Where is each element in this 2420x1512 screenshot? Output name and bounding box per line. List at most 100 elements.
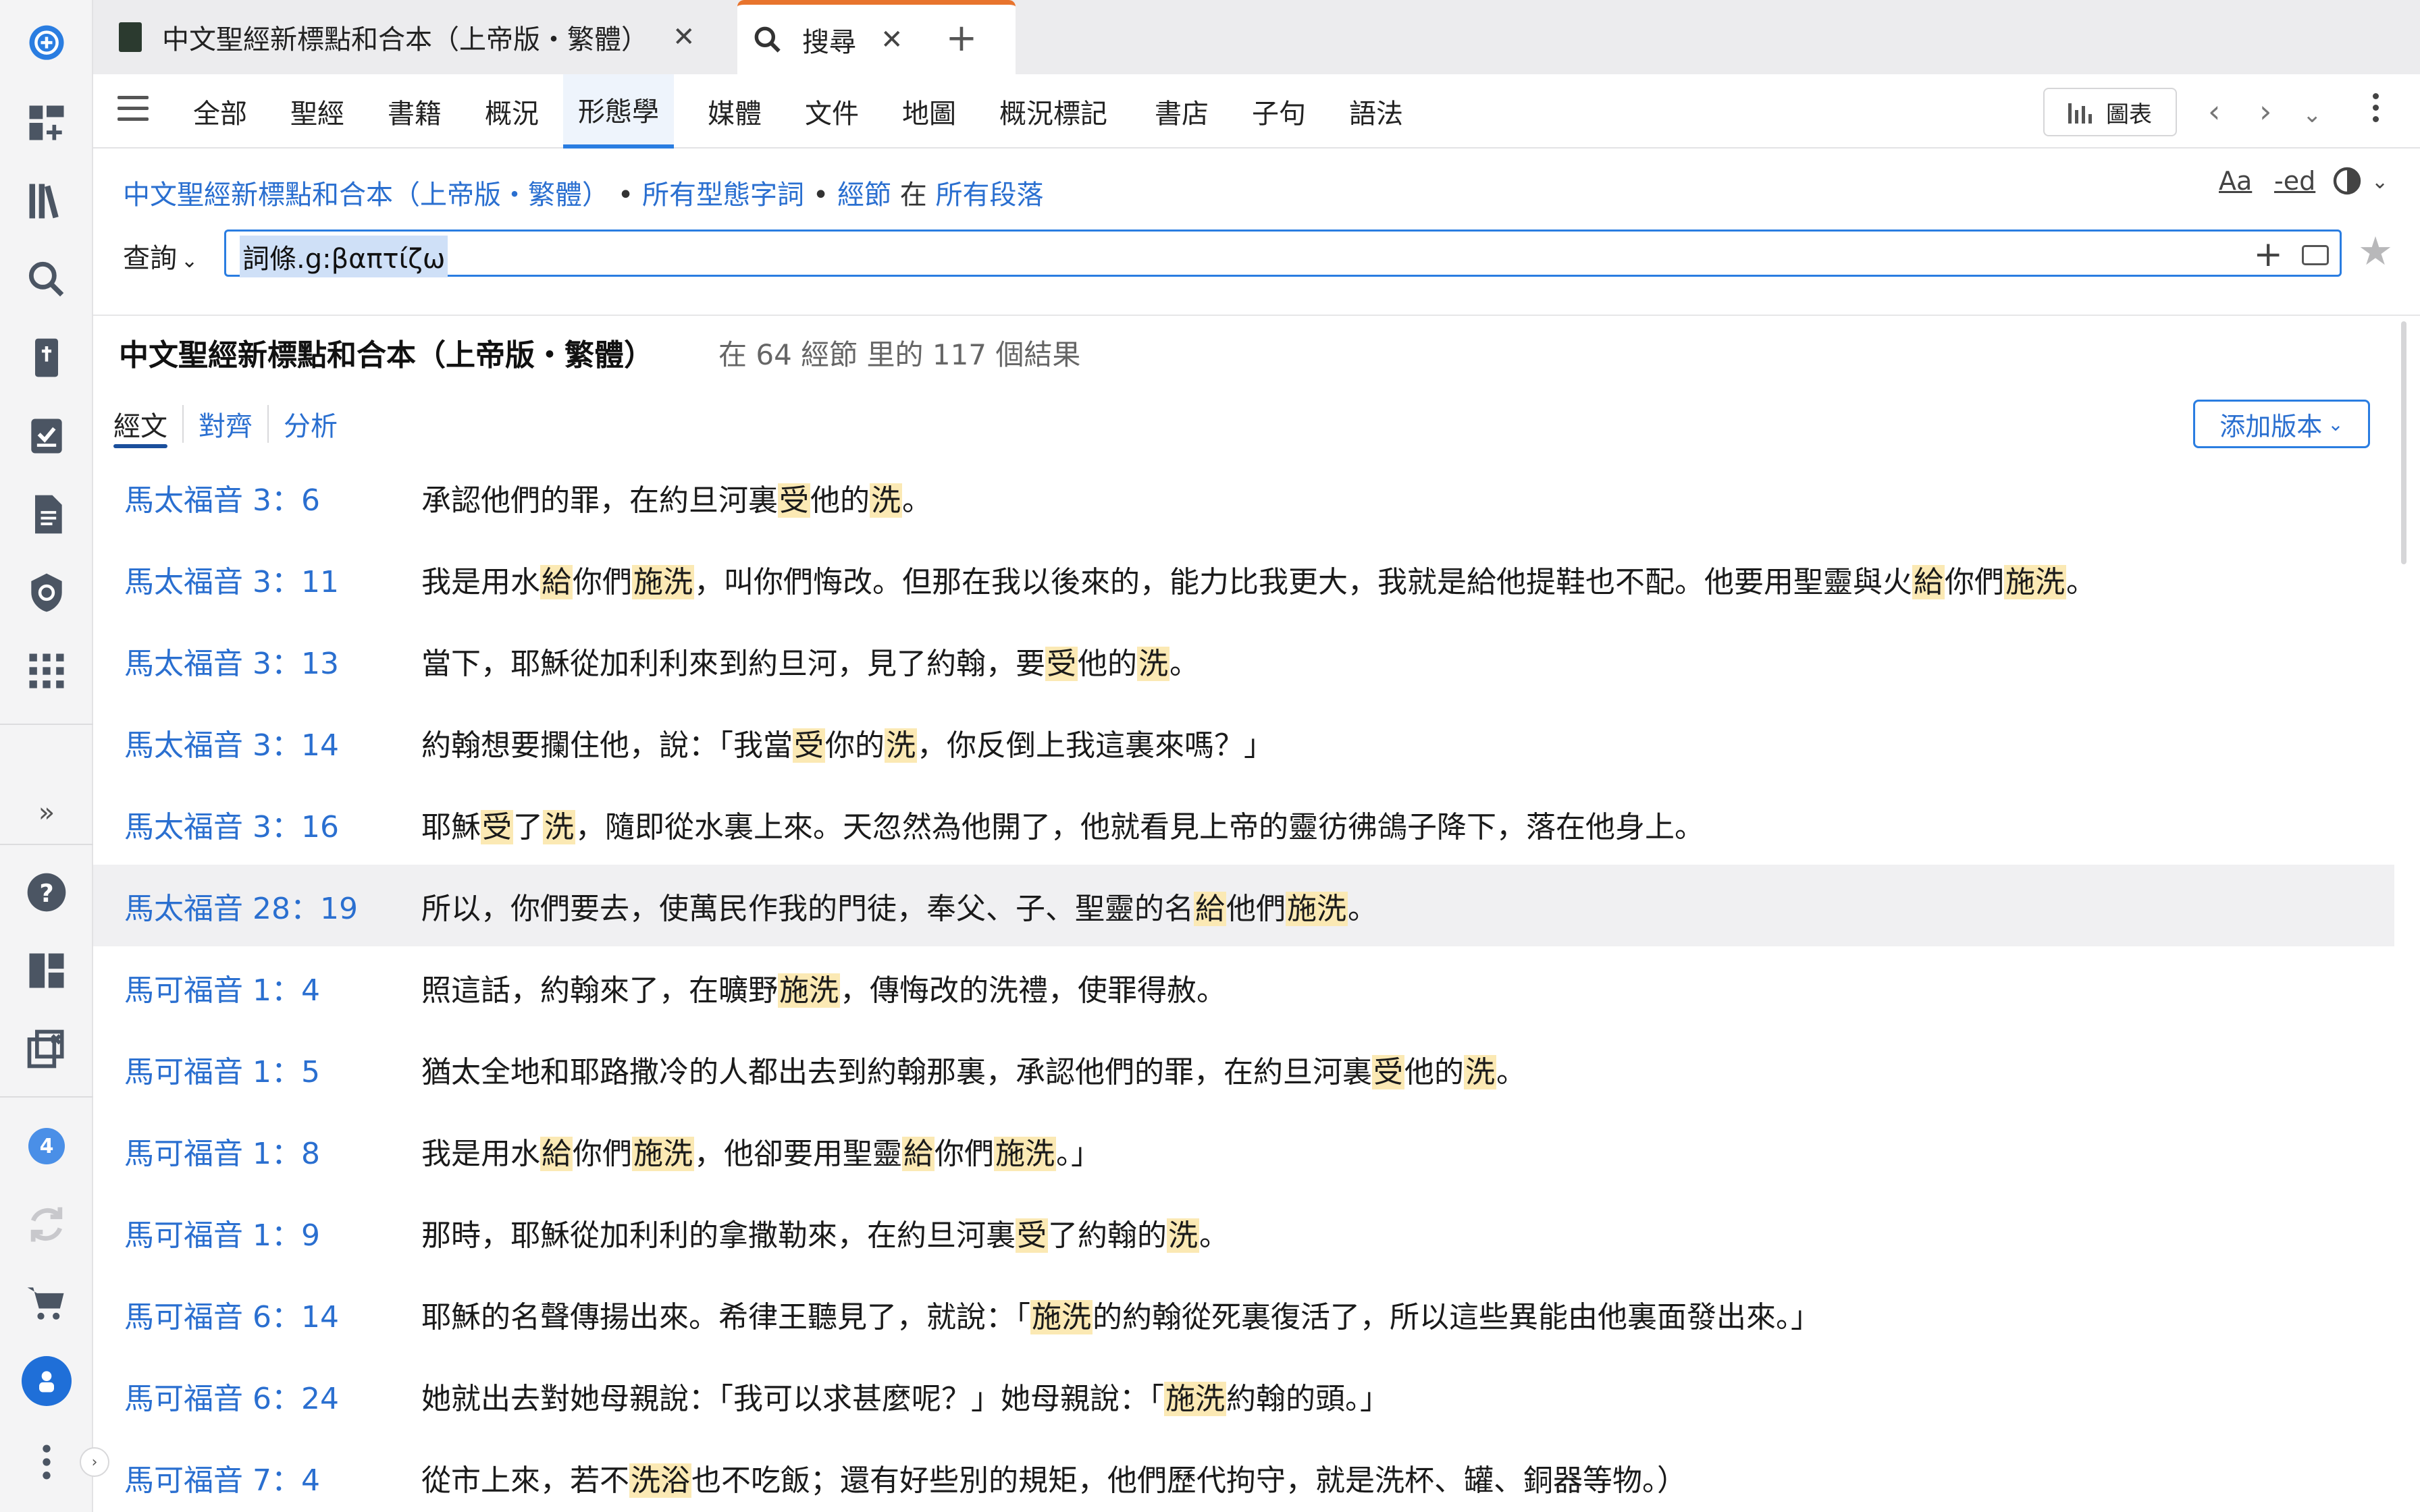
search-hit[interactable]: 給	[1912, 564, 1945, 599]
add-version-button[interactable]: 添加版本 ⌄	[2193, 400, 2370, 448]
visual-filter-icon[interactable]	[2331, 165, 2363, 203]
verse-reference-link[interactable]: 馬可福音 1：8	[124, 1129, 320, 1172]
search-hit[interactable]: 施洗	[778, 973, 840, 1008]
search-hit[interactable]: 洗浴	[629, 1463, 691, 1498]
result-row[interactable]: 馬太福音 3：14 約翰想要攔住他，說：「我當受你的洗，你反倒上我這裏來嗎？」	[93, 701, 2394, 783]
tab-media[interactable]: 媒體	[693, 74, 777, 148]
expand-rail-icon[interactable]: »	[0, 782, 93, 844]
tab-all[interactable]: 全部	[178, 74, 262, 148]
resource-link[interactable]: 中文聖經新標點和合本（上帝版・繁體）	[123, 180, 609, 211]
menu-icon[interactable]	[117, 96, 149, 127]
result-row[interactable]: 馬太福音 3：11 我是用水給你們施洗，叫你們悔改。但那在我以後來的，能力比我更大…	[93, 538, 2394, 620]
document-icon[interactable]	[16, 483, 78, 545]
verse-reference-link[interactable]: 馬可福音 1：4	[124, 966, 320, 1009]
search-hit[interactable]: 受	[1045, 646, 1078, 681]
bible-icon[interactable]	[16, 327, 78, 389]
guide-shield-icon[interactable]	[16, 562, 78, 624]
history-dropdown-icon[interactable]: ⌄	[2303, 101, 2322, 128]
verse-reference-link[interactable]: 馬太福音 28：19	[124, 884, 358, 927]
dashboard-add-icon[interactable]	[16, 92, 78, 154]
forward-arrow-icon[interactable]: ›	[2259, 93, 2271, 130]
search-hit[interactable]: 受	[481, 809, 513, 844]
tab-overview[interactable]: 概況	[470, 74, 554, 148]
favorite-star-icon[interactable]: ★	[2358, 228, 2393, 274]
search-hit[interactable]: 給	[1194, 891, 1226, 926]
result-row[interactable]: 馬可福音 1：5 猶太全地和耶路撒冷的人都出去到約翰那裏，承認他們的罪，在約旦河裏…	[93, 1028, 2394, 1110]
unit-link[interactable]: 經節	[837, 180, 891, 211]
tab-analysis[interactable]: 分析	[269, 405, 352, 443]
verse-reference-link[interactable]: 馬可福音 6：24	[124, 1374, 339, 1418]
search-input[interactable]: 詞條.g:βαπτίζω +	[224, 230, 2342, 277]
results-scrollbar[interactable]	[2401, 321, 2406, 564]
keyboard-icon[interactable]	[2302, 245, 2329, 265]
verse-reference-link[interactable]: 馬太福音 3：11	[124, 558, 339, 601]
account-avatar[interactable]	[16, 1350, 78, 1412]
query-type-dropdown[interactable]: 查詢 ⌄	[123, 236, 198, 275]
search-hit[interactable]: 洗	[1464, 1054, 1496, 1089]
notifications-badge[interactable]: 4	[16, 1115, 78, 1177]
search-hit[interactable]: 施洗	[1164, 1381, 1226, 1416]
close-icon[interactable]: ✕	[880, 24, 903, 55]
search-hit[interactable]: 受	[778, 483, 810, 518]
result-row[interactable]: 馬可福音 1：9 那時，耶穌從加利利的拿撒勒來，在約旦河裏受了約翰的洗。	[93, 1191, 2394, 1273]
search-hit[interactable]: 洗	[1137, 646, 1169, 681]
apps-grid-icon[interactable]	[16, 640, 78, 702]
visual-filter-dropdown-icon[interactable]: ⌄	[2371, 170, 2388, 194]
font-size-icon[interactable]: Aa	[2219, 166, 2252, 196]
layout-icon[interactable]	[16, 940, 78, 1002]
add-query-icon[interactable]: +	[2253, 234, 2283, 275]
result-row[interactable]: 馬太福音 3：16 耶穌受了洗，隨即從水裏上來。天忽然為他開了，他就看見上帝的靈彷…	[93, 783, 2394, 865]
result-row[interactable]: 馬太福音 3：13 當下，耶穌從加利利來到約旦河，見了約翰，要受他的洗。	[93, 620, 2394, 701]
tab-factbook-tags[interactable]: 概況標記	[984, 74, 1122, 148]
tab-grammar[interactable]: 語法	[1334, 74, 1418, 148]
cart-icon[interactable]	[16, 1272, 78, 1334]
verse-reference-link[interactable]: 馬可福音 1：9	[124, 1211, 320, 1254]
search-hit[interactable]: 施洗	[632, 564, 694, 599]
search-icon[interactable]	[16, 248, 78, 310]
search-hit[interactable]: 施洗	[1030, 1299, 1093, 1334]
scope-link[interactable]: 所有段落	[936, 180, 1044, 211]
search-hit[interactable]: 給	[540, 1136, 573, 1171]
search-hit[interactable]: 給	[902, 1136, 935, 1171]
sync-icon[interactable]	[16, 1193, 78, 1256]
back-arrow-icon[interactable]: ‹	[2208, 93, 2220, 130]
tab-morphology[interactable]: 形態學	[563, 74, 674, 148]
verse-reference-link[interactable]: 馬太福音 3：6	[124, 476, 320, 519]
tab-maps[interactable]: 地圖	[887, 74, 971, 148]
search-hit[interactable]: 洗	[1167, 1218, 1199, 1253]
search-hit[interactable]: 洗	[870, 483, 902, 518]
more-vertical-icon[interactable]	[16, 1431, 78, 1493]
close-icon[interactable]: ✕	[673, 22, 695, 53]
verse-reference-link[interactable]: 馬可福音 1：5	[124, 1048, 320, 1091]
result-row[interactable]: 馬可福音 7：4 從市上來，若不洗浴也不吃飯；還有好些別的規矩，他們歷代拘守，就是…	[93, 1436, 2394, 1512]
result-row[interactable]: 馬可福音 1：4 照這話，約翰來了，在曠野施洗，傳悔改的洗禮，使罪得赦。	[93, 946, 2394, 1028]
search-hit[interactable]: 給	[540, 564, 573, 599]
search-hit[interactable]: 洗	[885, 728, 917, 763]
verse-reference-link[interactable]: 馬可福音 7：4	[124, 1456, 320, 1499]
tab-bible-resource[interactable]: 中文聖經新標點和合本（上帝版・繁體） ✕	[119, 0, 695, 74]
search-hit[interactable]: 施洗	[632, 1136, 694, 1171]
tab-bible[interactable]: 聖經	[275, 74, 359, 148]
search-hit[interactable]: 洗	[543, 809, 575, 844]
tab-aligned[interactable]: 對齊	[184, 405, 269, 443]
result-row[interactable]: 馬太福音 28：19 所以，你們要去，使萬民作我的門徒，奉父、子、聖靈的名給他們施…	[93, 865, 2394, 946]
forms-link[interactable]: 所有型態字詞	[642, 180, 804, 211]
verse-reference-link[interactable]: 馬可福音 6：14	[124, 1293, 339, 1336]
close-panels-icon[interactable]	[16, 1018, 78, 1080]
result-row[interactable]: 馬可福音 6：14 耶穌的名聲傳揚出來。希律王聽見了，就說：「施洗的約翰從死裏復活…	[93, 1273, 2394, 1355]
search-hit[interactable]: 施洗	[994, 1136, 1056, 1171]
tab-clauses[interactable]: 子句	[1237, 74, 1321, 148]
result-row[interactable]: 馬太福音 3：6 承認他們的罪，在約旦河裏受他的洗。	[93, 456, 2394, 538]
tab-store[interactable]: 書店	[1140, 74, 1224, 148]
search-hit[interactable]: 受	[1016, 1218, 1048, 1253]
logo-search-icon[interactable]	[16, 14, 78, 76]
chart-button[interactable]: 圖表	[2043, 88, 2177, 136]
search-hit[interactable]: 施洗	[2004, 564, 2066, 599]
tab-documents[interactable]: 文件	[790, 74, 874, 148]
search-hit[interactable]: 受	[1372, 1054, 1404, 1089]
help-icon[interactable]: ?	[16, 861, 78, 923]
verse-reference-link[interactable]: 馬太福音 3：13	[124, 639, 339, 682]
result-row[interactable]: 馬可福音 1：8 我是用水給你們施洗，他卻要用聖靈給你們施洗。」	[93, 1110, 2394, 1191]
inline-edit-icon[interactable]: -ed	[2274, 166, 2315, 196]
result-row[interactable]: 馬可福音 6：24 她就出去對她母親說：「我可以求甚麼呢？」她母親說：「施洗約翰的…	[93, 1355, 2394, 1436]
